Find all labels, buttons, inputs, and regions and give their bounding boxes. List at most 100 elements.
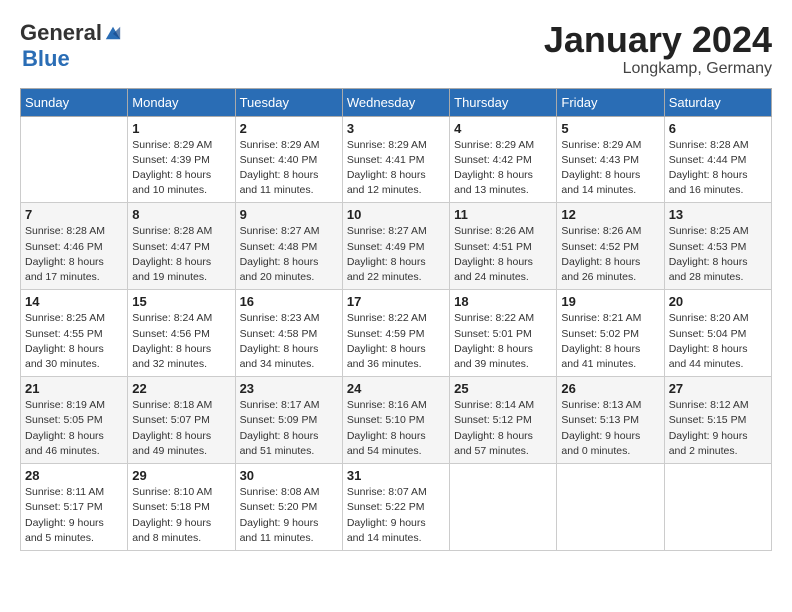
logo-blue-text: Blue bbox=[22, 46, 70, 71]
day-number: 16 bbox=[240, 294, 338, 309]
day-info: Sunrise: 8:26 AM Sunset: 4:52 PM Dayligh… bbox=[561, 224, 659, 285]
day-info: Sunrise: 8:24 AM Sunset: 4:56 PM Dayligh… bbox=[132, 311, 230, 372]
logo-icon bbox=[104, 24, 122, 42]
day-number: 8 bbox=[132, 207, 230, 222]
calendar-cell: 18Sunrise: 8:22 AM Sunset: 5:01 PM Dayli… bbox=[450, 290, 557, 377]
calendar-week-3: 14Sunrise: 8:25 AM Sunset: 4:55 PM Dayli… bbox=[21, 290, 772, 377]
day-number: 29 bbox=[132, 468, 230, 483]
day-info: Sunrise: 8:08 AM Sunset: 5:20 PM Dayligh… bbox=[240, 485, 338, 546]
calendar-cell: 2 Sunrise: 8:29 AM Sunset: 4:40 PM Daylig… bbox=[235, 116, 342, 203]
col-header-thursday: Thursday bbox=[450, 88, 557, 116]
day-info: Sunrise: 8:20 AM Sunset: 5:04 PM Dayligh… bbox=[669, 311, 767, 372]
day-info: Sunrise: 8:14 AM Sunset: 5:12 PM Dayligh… bbox=[454, 398, 552, 459]
calendar-cell bbox=[21, 116, 128, 203]
calendar-cell: 24 Sunrise: 8:16 AM Sunset: 5:10 PM Dayli… bbox=[342, 377, 449, 464]
calendar-cell: 5 Sunrise: 8:29 AM Sunset: 4:43 PM Daylig… bbox=[557, 116, 664, 203]
day-number: 13 bbox=[669, 207, 767, 222]
calendar-cell: 13 Sunrise: 8:25 AM Sunset: 4:53 PM Dayli… bbox=[664, 203, 771, 290]
calendar-cell: 26Sunrise: 8:13 AM Sunset: 5:13 PM Dayli… bbox=[557, 377, 664, 464]
day-number: 27 bbox=[669, 381, 767, 396]
day-number: 5 bbox=[561, 121, 659, 136]
day-info: Sunrise: 8:29 AM Sunset: 4:41 PM Dayligh… bbox=[347, 138, 445, 199]
calendar-title: January 2024 bbox=[544, 20, 772, 60]
calendar-week-4: 21 Sunrise: 8:19 AM Sunset: 5:05 PM Dayli… bbox=[21, 377, 772, 464]
day-info: Sunrise: 8:11 AM Sunset: 5:17 PM Dayligh… bbox=[25, 485, 123, 546]
day-info: Sunrise: 8:16 AM Sunset: 5:10 PM Dayligh… bbox=[347, 398, 445, 459]
calendar-cell: 7Sunrise: 8:28 AM Sunset: 4:46 PM Daylig… bbox=[21, 203, 128, 290]
day-info: Sunrise: 8:29 AM Sunset: 4:42 PM Dayligh… bbox=[454, 138, 552, 199]
calendar-cell: 28 Sunrise: 8:11 AM Sunset: 5:17 PM Dayli… bbox=[21, 464, 128, 551]
calendar-cell: 30Sunrise: 8:08 AM Sunset: 5:20 PM Dayli… bbox=[235, 464, 342, 551]
day-info: Sunrise: 8:27 AM Sunset: 4:49 PM Dayligh… bbox=[347, 224, 445, 285]
day-info: Sunrise: 8:28 AM Sunset: 4:44 PM Dayligh… bbox=[669, 138, 767, 199]
calendar-cell: 19 Sunrise: 8:21 AM Sunset: 5:02 PM Dayli… bbox=[557, 290, 664, 377]
calendar-cell bbox=[664, 464, 771, 551]
day-number: 28 bbox=[25, 468, 123, 483]
calendar-cell: 6 Sunrise: 8:28 AM Sunset: 4:44 PM Daylig… bbox=[664, 116, 771, 203]
calendar-table: SundayMondayTuesdayWednesdayThursdayFrid… bbox=[20, 88, 772, 551]
calendar-week-5: 28 Sunrise: 8:11 AM Sunset: 5:17 PM Dayli… bbox=[21, 464, 772, 551]
day-info: Sunrise: 8:29 AM Sunset: 4:43 PM Dayligh… bbox=[561, 138, 659, 199]
calendar-cell: 17 Sunrise: 8:22 AM Sunset: 4:59 PM Dayli… bbox=[342, 290, 449, 377]
calendar-cell: 1Sunrise: 8:29 AM Sunset: 4:39 PM Daylig… bbox=[128, 116, 235, 203]
logo: General Blue bbox=[20, 20, 122, 72]
day-number: 10 bbox=[347, 207, 445, 222]
day-info: Sunrise: 8:28 AM Sunset: 4:47 PM Dayligh… bbox=[132, 224, 230, 285]
calendar-cell: 27 Sunrise: 8:12 AM Sunset: 5:15 PM Dayli… bbox=[664, 377, 771, 464]
day-number: 18 bbox=[454, 294, 552, 309]
page-header: General Blue January 2024 Longkamp, Germ… bbox=[20, 20, 772, 78]
day-number: 20 bbox=[669, 294, 767, 309]
calendar-cell: 20 Sunrise: 8:20 AM Sunset: 5:04 PM Dayli… bbox=[664, 290, 771, 377]
col-header-sunday: Sunday bbox=[21, 88, 128, 116]
calendar-cell: 12 Sunrise: 8:26 AM Sunset: 4:52 PM Dayli… bbox=[557, 203, 664, 290]
day-info: Sunrise: 8:23 AM Sunset: 4:58 PM Dayligh… bbox=[240, 311, 338, 372]
day-info: Sunrise: 8:19 AM Sunset: 5:05 PM Dayligh… bbox=[25, 398, 123, 459]
calendar-cell: 3 Sunrise: 8:29 AM Sunset: 4:41 PM Daylig… bbox=[342, 116, 449, 203]
day-number: 19 bbox=[561, 294, 659, 309]
day-info: Sunrise: 8:10 AM Sunset: 5:18 PM Dayligh… bbox=[132, 485, 230, 546]
col-header-monday: Monday bbox=[128, 88, 235, 116]
day-info: Sunrise: 8:07 AM Sunset: 5:22 PM Dayligh… bbox=[347, 485, 445, 546]
calendar-cell: 9Sunrise: 8:27 AM Sunset: 4:48 PM Daylig… bbox=[235, 203, 342, 290]
day-info: Sunrise: 8:17 AM Sunset: 5:09 PM Dayligh… bbox=[240, 398, 338, 459]
day-number: 6 bbox=[669, 121, 767, 136]
header-row: SundayMondayTuesdayWednesdayThursdayFrid… bbox=[21, 88, 772, 116]
calendar-week-1: 1Sunrise: 8:29 AM Sunset: 4:39 PM Daylig… bbox=[21, 116, 772, 203]
calendar-cell: 11Sunrise: 8:26 AM Sunset: 4:51 PM Dayli… bbox=[450, 203, 557, 290]
calendar-cell: 16 Sunrise: 8:23 AM Sunset: 4:58 PM Dayli… bbox=[235, 290, 342, 377]
calendar-cell bbox=[557, 464, 664, 551]
day-info: Sunrise: 8:13 AM Sunset: 5:13 PM Dayligh… bbox=[561, 398, 659, 459]
day-number: 3 bbox=[347, 121, 445, 136]
day-number: 7 bbox=[25, 207, 123, 222]
day-number: 11 bbox=[454, 207, 552, 222]
day-number: 24 bbox=[347, 381, 445, 396]
day-number: 1 bbox=[132, 121, 230, 136]
calendar-cell: 21 Sunrise: 8:19 AM Sunset: 5:05 PM Dayli… bbox=[21, 377, 128, 464]
day-number: 21 bbox=[25, 381, 123, 396]
calendar-week-2: 7Sunrise: 8:28 AM Sunset: 4:46 PM Daylig… bbox=[21, 203, 772, 290]
day-info: Sunrise: 8:25 AM Sunset: 4:55 PM Dayligh… bbox=[25, 311, 123, 372]
calendar-cell: 23 Sunrise: 8:17 AM Sunset: 5:09 PM Dayli… bbox=[235, 377, 342, 464]
day-number: 25 bbox=[454, 381, 552, 396]
day-number: 9 bbox=[240, 207, 338, 222]
day-number: 2 bbox=[240, 121, 338, 136]
col-header-friday: Friday bbox=[557, 88, 664, 116]
calendar-cell bbox=[450, 464, 557, 551]
day-info: Sunrise: 8:22 AM Sunset: 4:59 PM Dayligh… bbox=[347, 311, 445, 372]
col-header-tuesday: Tuesday bbox=[235, 88, 342, 116]
calendar-cell: 15Sunrise: 8:24 AM Sunset: 4:56 PM Dayli… bbox=[128, 290, 235, 377]
day-info: Sunrise: 8:21 AM Sunset: 5:02 PM Dayligh… bbox=[561, 311, 659, 372]
day-number: 22 bbox=[132, 381, 230, 396]
day-number: 23 bbox=[240, 381, 338, 396]
day-number: 17 bbox=[347, 294, 445, 309]
day-info: Sunrise: 8:12 AM Sunset: 5:15 PM Dayligh… bbox=[669, 398, 767, 459]
day-info: Sunrise: 8:18 AM Sunset: 5:07 PM Dayligh… bbox=[132, 398, 230, 459]
calendar-cell: 31Sunrise: 8:07 AM Sunset: 5:22 PM Dayli… bbox=[342, 464, 449, 551]
day-info: Sunrise: 8:25 AM Sunset: 4:53 PM Dayligh… bbox=[669, 224, 767, 285]
title-block: January 2024 Longkamp, Germany bbox=[544, 20, 772, 78]
day-number: 12 bbox=[561, 207, 659, 222]
col-header-wednesday: Wednesday bbox=[342, 88, 449, 116]
calendar-cell: 10 Sunrise: 8:27 AM Sunset: 4:49 PM Dayli… bbox=[342, 203, 449, 290]
logo-general-text: General bbox=[20, 20, 102, 46]
day-info: Sunrise: 8:29 AM Sunset: 4:40 PM Dayligh… bbox=[240, 138, 338, 199]
